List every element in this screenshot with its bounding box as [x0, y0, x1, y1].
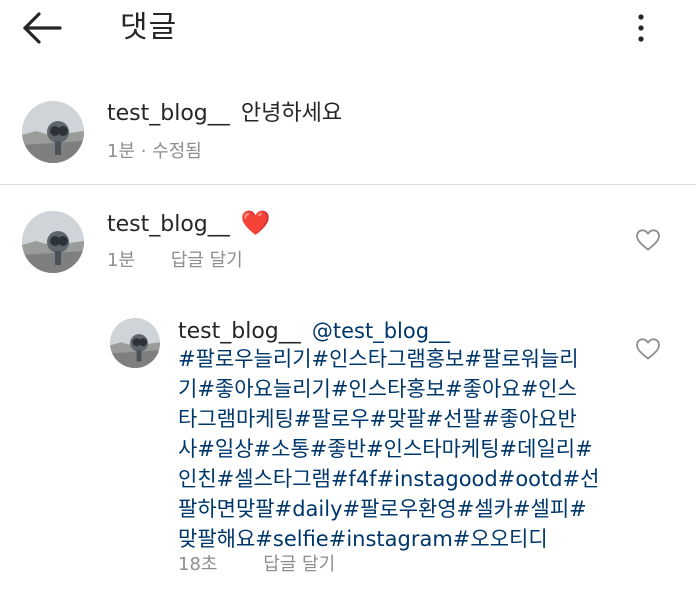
reply-button[interactable]: 답글 달기 — [171, 250, 243, 271]
avatar-image — [22, 101, 84, 163]
hashtag-line[interactable]: 인친#셀스타그램#f4f#instagood#ootd#선 — [178, 464, 623, 494]
reply-hashtags: #팔로우늘리기#인스타그램홍보#팔로워늘리 기#좋아요늘리기#인스타홍보#좋아요… — [178, 344, 623, 554]
comment-username[interactable]: test_blog__ — [107, 212, 230, 237]
reply-time: 18초 — [178, 554, 218, 575]
comment-body: test_blog__ 안녕하세요 — [107, 99, 342, 130]
comment-body: test_blog__ ❤️ — [107, 208, 271, 241]
hashtag-line[interactable]: 타그램마케팅#팔로우#맞팔#선팔#좋아요반 — [178, 404, 623, 434]
comment-text: ❤️ — [240, 209, 271, 237]
heart-outline-icon — [636, 229, 660, 251]
divider — [0, 184, 696, 185]
hashtag-line[interactable]: #팔로우늘리기#인스타그램홍보#팔로워늘리 — [178, 344, 623, 374]
comment-meta: 1분 · 수정됨 — [107, 141, 202, 162]
mention-link[interactable]: @test_blog__ — [312, 319, 450, 343]
hashtag-line[interactable]: 팔하면맞팔#daily#팔로우환영#셀카#셀피# — [178, 494, 623, 524]
reply-button[interactable]: 답글 달기 — [263, 554, 335, 575]
back-button[interactable] — [20, 8, 64, 48]
avatar-image — [22, 211, 84, 273]
more-options-button[interactable] — [626, 10, 656, 46]
comment-time: 1분 — [107, 250, 136, 271]
avatar[interactable] — [22, 211, 84, 273]
reply-meta: 18초 답글 달기 — [178, 552, 335, 578]
comment-username[interactable]: test_blog__ — [107, 101, 230, 126]
page-title: 댓글 — [120, 10, 178, 45]
comment-meta: 1분 답글 달기 — [107, 248, 243, 274]
avatar[interactable] — [110, 318, 160, 368]
reply-username[interactable]: test_blog__ — [178, 319, 301, 344]
more-vertical-icon — [638, 14, 644, 42]
avatar-image — [110, 318, 160, 368]
heart-outline-icon — [636, 338, 660, 360]
hashtag-line[interactable]: 기#좋아요늘리기#인스타홍보#좋아요#인스 — [178, 374, 623, 404]
hashtag-line[interactable]: 사#일상#소통#좋반#인스타마케팅#데일리# — [178, 434, 623, 464]
arrow-left-icon — [23, 12, 62, 44]
comment-text: 안녕하세요 — [240, 101, 343, 126]
like-button[interactable] — [635, 228, 661, 252]
hashtag-line[interactable]: 맞팔해요#selfie#instagram#오오티디 — [178, 524, 623, 554]
like-button[interactable] — [635, 337, 661, 361]
avatar[interactable] — [22, 101, 84, 163]
